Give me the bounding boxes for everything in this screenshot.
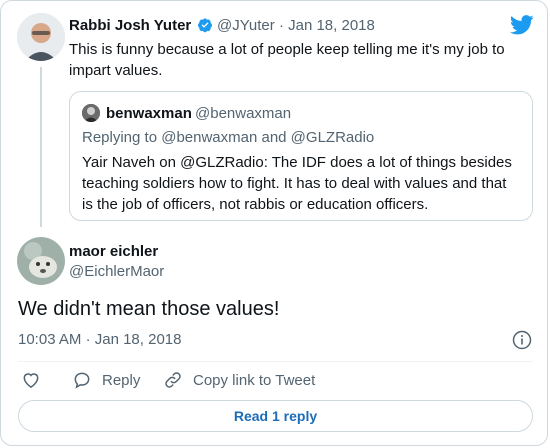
actions-divider	[18, 361, 533, 362]
parent-tweet-text: This is funny because a lot of people ke…	[69, 39, 539, 81]
quoted-tweet[interactable]: benwaxman @benwaxman Replying to @benwax…	[69, 91, 533, 221]
copy-link-label: Copy link to Tweet	[193, 371, 316, 389]
avatar-benwaxman	[82, 104, 100, 122]
main-date[interactable]: Jan 18, 2018	[95, 331, 182, 348]
parent-text-line: impart values.	[69, 62, 163, 79]
parent-date[interactable]: Jan 18, 2018	[288, 17, 375, 34]
quoted-author-name: benwaxman	[106, 105, 192, 122]
quoted-handle: @benwaxman	[195, 105, 292, 122]
link-icon	[163, 370, 183, 390]
parent-author-name[interactable]: Rabbi Josh Yuter	[69, 17, 191, 34]
quoted-text-line: Yair Naveh on @GLZRadio: The IDF does a …	[82, 154, 512, 171]
read-replies-button[interactable]: Read 1 reply	[18, 400, 533, 432]
main-handle[interactable]: @EichlerMaor	[69, 263, 164, 280]
main-timestamp[interactable]: 10:03 AM · Jan 18, 2018	[18, 331, 181, 348]
copy-link-button[interactable]: Copy link to Tweet	[163, 370, 315, 390]
quoted-text-line: is the job of officers, not rabbis or ed…	[82, 196, 429, 213]
verified-badge-icon	[197, 17, 213, 33]
thread-connector-line	[40, 67, 42, 227]
meta-separator: ·	[85, 331, 91, 348]
tweet-embed-card: Rabbi Josh Yuter @JYuter · Jan 18, 2018 …	[0, 0, 548, 446]
quoted-text-line: teaching soldiers how to fight. It has t…	[82, 175, 507, 192]
reply-button[interactable]: Reply	[72, 370, 140, 390]
parent-text-line: This is funny because a lot of people ke…	[69, 41, 505, 58]
main-author-name[interactable]: maor eichler	[69, 243, 158, 260]
avatar-maor-eichler[interactable]	[17, 237, 65, 285]
parent-handle[interactable]: @JYuter	[217, 17, 275, 34]
info-icon[interactable]	[512, 330, 532, 350]
quoted-replying-to: Replying to @benwaxman and @GLZRadio	[82, 129, 375, 146]
meta-separator: ·	[278, 17, 284, 34]
main-tweet-text: We didn't mean those values!	[18, 298, 280, 320]
read-replies-label: Read 1 reply	[233, 408, 318, 424]
reply-icon	[72, 370, 92, 390]
heart-icon	[21, 370, 41, 394]
like-button[interactable]	[21, 370, 41, 394]
main-time[interactable]: 10:03 AM	[18, 331, 81, 348]
reply-label: Reply	[102, 371, 141, 389]
twitter-bird-icon[interactable]	[509, 15, 534, 35]
quoted-tweet-text: Yair Naveh on @GLZRadio: The IDF does a …	[82, 152, 512, 215]
parent-meta: @JYuter · Jan 18, 2018	[217, 17, 375, 34]
avatar-rabbi-josh-yuter[interactable]	[17, 13, 65, 61]
